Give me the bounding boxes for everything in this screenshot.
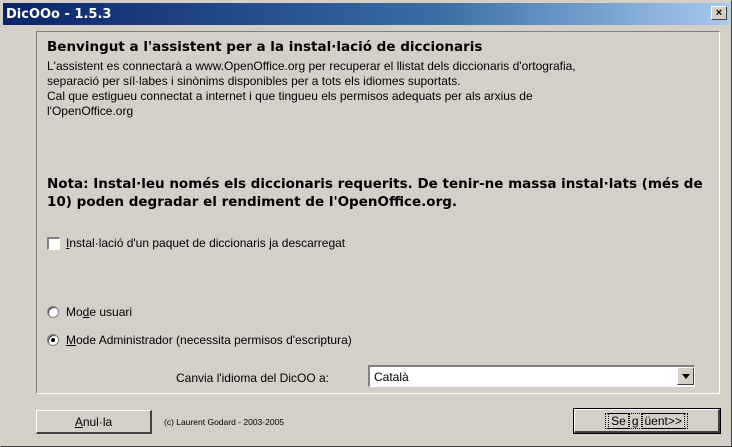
note-text: Nota: Instal·leu només els diccionaris r… [47, 175, 717, 211]
cancel-button[interactable]: Anul·la [36, 410, 152, 434]
window-title: DicOOo - 1.5.3 [6, 7, 112, 22]
description-line: l'OpenOffice.org [47, 104, 134, 118]
copyright-text: (c) Laurent Godard - 2003-2005 [164, 417, 285, 427]
description-text: L'assistent es connectarà a www.OpenOffi… [47, 59, 707, 119]
installer-window: DicOOo - 1.5.3 × Benvingut a l'assistent… [0, 0, 732, 447]
install-downloaded-package-label: Instal·lació d'un paquet de diccionaris … [66, 236, 346, 250]
user-mode-label: Mode usuari [66, 305, 133, 319]
welcome-heading: Benvingut a l'assistent per a la instal·… [47, 39, 483, 55]
title-bar[interactable]: DicOOo - 1.5.3 × [3, 3, 729, 25]
user-mode-radio[interactable] [47, 306, 59, 318]
note-line: 10) poden degradar el rendiment de l'Ope… [47, 194, 458, 210]
chevron-down-icon[interactable] [677, 367, 694, 385]
user-mode-option[interactable]: Mode usuari [47, 304, 132, 320]
admin-mode-label: Mode Administrador (necessita permisos d… [66, 333, 352, 347]
language-select[interactable]: Català [368, 365, 695, 387]
install-downloaded-package-checkbox[interactable] [47, 236, 60, 250]
admin-mode-radio[interactable] [47, 334, 59, 346]
language-select-value: Català [374, 370, 409, 384]
note-line: Nota: Instal·leu només els diccionaris r… [47, 176, 703, 192]
install-downloaded-package-option[interactable]: Instal·lació d'un paquet de diccionaris … [47, 235, 345, 251]
next-button[interactable]: Se g üent>> [573, 408, 721, 434]
admin-mode-option[interactable]: Mode Administrador (necessita permisos d… [47, 332, 352, 348]
description-line: L'assistent es connectarà a www.OpenOffi… [47, 59, 576, 73]
language-label: Canvia l'idioma del DicOO a: [176, 371, 330, 385]
close-button[interactable]: × [711, 6, 727, 20]
description-line: separació per síl·labes i sinònims dispo… [47, 74, 461, 88]
description-line: Cal que estigueu connectat a internet i … [47, 89, 533, 103]
